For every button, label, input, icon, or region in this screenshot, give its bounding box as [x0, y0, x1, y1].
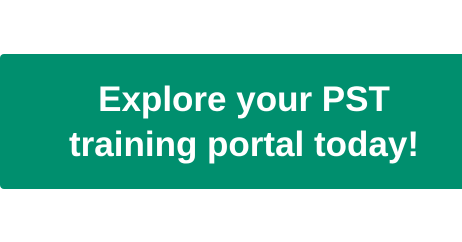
explore-portal-button-label: Explore your PST training portal today!: [69, 79, 419, 164]
explore-portal-button[interactable]: Explore your PST training portal today!: [0, 54, 462, 189]
